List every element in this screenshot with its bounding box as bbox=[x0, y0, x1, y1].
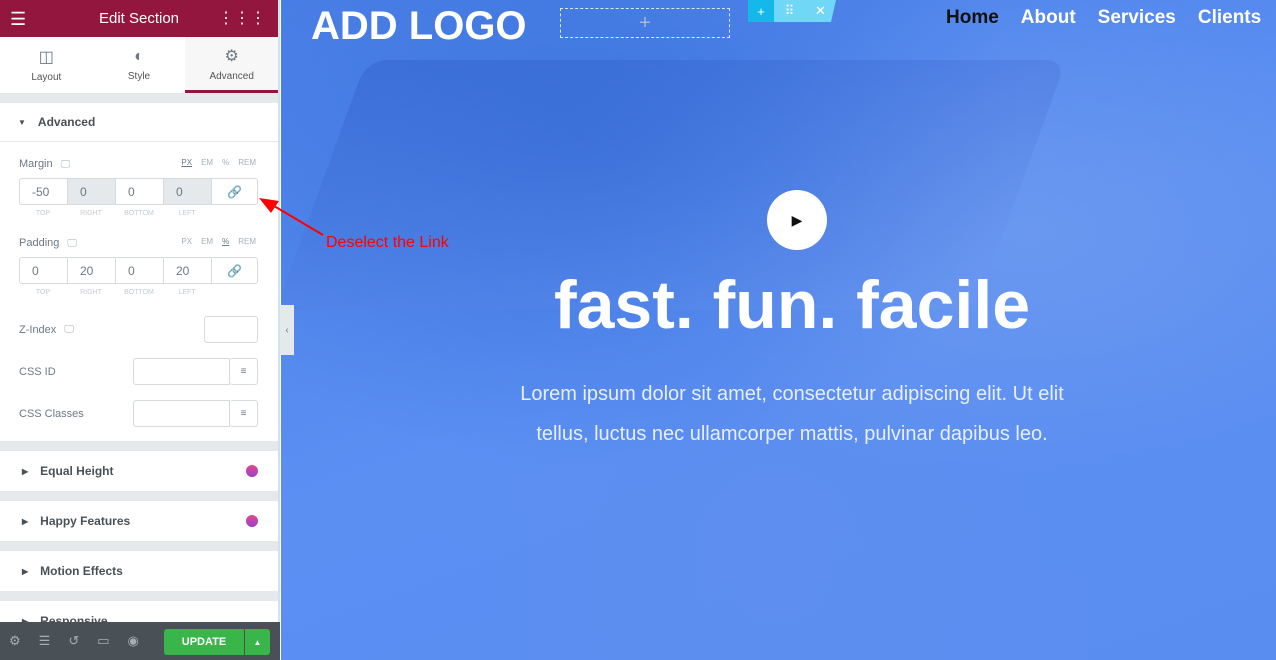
padding-right-input[interactable]: 20 bbox=[68, 258, 116, 283]
play-icon: ▶ bbox=[791, 211, 803, 228]
section-title: Motion Effects bbox=[40, 564, 123, 578]
panel-footer: ⚙ ☰ ↺ ▭ ◉ UPDATE ▲ bbox=[0, 622, 280, 660]
dynamic-tags-icon[interactable]: ≡ bbox=[230, 358, 258, 385]
padding-label: Padding bbox=[19, 237, 60, 249]
tab-style[interactable]: ◐ Style bbox=[93, 37, 186, 93]
tab-layout[interactable]: ◫ Layout bbox=[0, 37, 93, 93]
desktop-icon[interactable]: 🖵 bbox=[61, 159, 71, 170]
hero-headline: fast. fun. facile bbox=[553, 267, 1031, 343]
settings-icon[interactable]: ⚙ bbox=[9, 633, 21, 649]
unit-percent[interactable]: % bbox=[222, 237, 229, 246]
nav-services[interactable]: Services bbox=[1098, 7, 1176, 29]
navigator-layers-icon[interactable]: ☰ bbox=[39, 633, 51, 649]
desktop-icon[interactable]: 🖵 bbox=[67, 238, 77, 249]
happy-addons-icon bbox=[246, 515, 258, 527]
section-title: Equal Height bbox=[40, 464, 114, 478]
dynamic-tags-icon[interactable]: ≡ bbox=[230, 400, 258, 427]
sublabel: TOP bbox=[35, 210, 51, 217]
margin-label: Margin bbox=[19, 158, 53, 170]
gear-icon: ⚙ bbox=[224, 47, 239, 65]
css-classes-label: CSS Classes bbox=[19, 407, 84, 420]
hero-text-line: Lorem ipsum dolor sit amet, consectetur … bbox=[520, 383, 1064, 405]
contrast-icon: ◐ bbox=[134, 48, 144, 65]
unit-rem[interactable]: REM bbox=[238, 237, 256, 246]
editor-panel: ☰ Edit Section ⋮⋮⋮ ◫ Layout ◐ Style ⚙ Advan… bbox=[0, 0, 280, 660]
section-happy-features[interactable]: ▶ Happy Features bbox=[0, 501, 278, 541]
padding-bottom-input[interactable]: 0 bbox=[116, 258, 164, 283]
unit-em[interactable]: EM bbox=[201, 158, 213, 167]
css-classes-input[interactable] bbox=[133, 400, 230, 427]
section-advanced-header[interactable]: ▼ Advanced bbox=[0, 103, 278, 142]
desktop-icon[interactable]: 🖵 bbox=[64, 324, 204, 335]
preview-eye-icon[interactable]: ◉ bbox=[128, 633, 139, 649]
sublabel: BOTTOM bbox=[124, 210, 154, 217]
hero-text: Lorem ipsum dolor sit amet, consectetur … bbox=[281, 374, 1276, 454]
sublabel: TOP bbox=[35, 289, 51, 296]
section-handle: + ⠿ ✕ bbox=[748, 0, 836, 22]
main-nav: Home About Services Clients bbox=[946, 7, 1261, 29]
section-title: Advanced bbox=[37, 115, 96, 129]
nav-about[interactable]: About bbox=[1021, 7, 1076, 29]
history-icon[interactable]: ↺ bbox=[68, 633, 79, 649]
sublabel: LEFT bbox=[178, 289, 196, 296]
update-button[interactable]: UPDATE bbox=[164, 629, 244, 655]
sublabel: BOTTOM bbox=[124, 289, 154, 296]
unit-em[interactable]: EM bbox=[201, 237, 213, 246]
plus-icon: + bbox=[639, 11, 651, 34]
caret-right-icon: ▶ bbox=[22, 566, 29, 576]
tab-advanced[interactable]: ⚙ Advanced bbox=[185, 37, 279, 93]
save-options-button[interactable]: ▲ bbox=[245, 629, 270, 655]
nav-home[interactable]: Home bbox=[946, 7, 999, 29]
tab-label: Advanced bbox=[209, 70, 254, 82]
panel-title: Edit Section bbox=[98, 10, 180, 27]
caret-right-icon: ▶ bbox=[22, 466, 29, 476]
section-title: Happy Features bbox=[40, 514, 131, 528]
zindex-label: Z-Index bbox=[19, 323, 57, 336]
tab-label: Layout bbox=[31, 72, 62, 83]
unit-percent[interactable]: % bbox=[222, 158, 229, 167]
padding-top-input[interactable]: 0 bbox=[20, 258, 68, 283]
happy-addons-icon bbox=[246, 465, 258, 477]
add-section-icon[interactable]: + bbox=[748, 0, 774, 22]
css-id-label: CSS ID bbox=[19, 365, 56, 378]
panel-header: ☰ Edit Section ⋮⋮⋮ bbox=[0, 0, 278, 37]
sublabel: LEFT bbox=[178, 210, 196, 217]
tab-label: Style bbox=[127, 71, 151, 82]
unit-px[interactable]: PX bbox=[181, 158, 192, 167]
margin-top-input[interactable]: -50 bbox=[20, 179, 68, 204]
unit-rem[interactable]: REM bbox=[238, 158, 256, 167]
sublabel: RIGHT bbox=[80, 289, 102, 296]
annotation-text: Deselect the Link bbox=[326, 234, 449, 251]
caret-down-icon: ▼ bbox=[18, 117, 26, 127]
hamburger-menu-icon[interactable]: ☰ bbox=[10, 9, 26, 30]
responsive-mode-icon[interactable]: ▭ bbox=[97, 633, 109, 649]
margin-right-input[interactable]: 0 bbox=[68, 179, 116, 204]
add-widget-placeholder[interactable]: + bbox=[560, 8, 730, 38]
link-values-icon[interactable]: 🔗 bbox=[212, 179, 257, 204]
collapse-panel-button[interactable]: ‹ bbox=[280, 305, 294, 355]
hero-text-line: tellus, luctus nec ullamcorper mattis, p… bbox=[536, 423, 1048, 445]
play-video-button[interactable]: ▶ bbox=[767, 190, 827, 250]
unit-px[interactable]: PX bbox=[181, 237, 192, 246]
close-icon[interactable]: ✕ bbox=[809, 3, 833, 19]
section-equal-height[interactable]: ▶ Equal Height bbox=[0, 451, 278, 491]
padding-left-input[interactable]: 20 bbox=[164, 258, 212, 283]
css-id-input[interactable] bbox=[133, 358, 230, 385]
link-values-icon[interactable]: 🔗 bbox=[212, 258, 257, 283]
nav-clients[interactable]: Clients bbox=[1198, 7, 1261, 29]
widgets-grid-icon[interactable]: ⋮⋮⋮ bbox=[218, 8, 266, 28]
columns-icon: ◫ bbox=[38, 49, 54, 66]
site-logo[interactable]: ADD LOGO bbox=[311, 4, 527, 49]
margin-left-input[interactable]: 0 bbox=[164, 179, 212, 204]
sublabel: RIGHT bbox=[80, 210, 102, 217]
caret-right-icon: ▶ bbox=[22, 516, 29, 526]
drag-handle-icon[interactable]: ⠿ bbox=[778, 3, 802, 19]
margin-bottom-input[interactable]: 0 bbox=[116, 179, 164, 204]
annotation-arrow bbox=[259, 198, 324, 236]
zindex-input[interactable] bbox=[204, 316, 258, 343]
section-motion-effects[interactable]: ▶ Motion Effects bbox=[0, 551, 278, 591]
page-canvas: ADD LOGO + + ⠿ ✕ Home About Services Clie… bbox=[281, 0, 1276, 660]
